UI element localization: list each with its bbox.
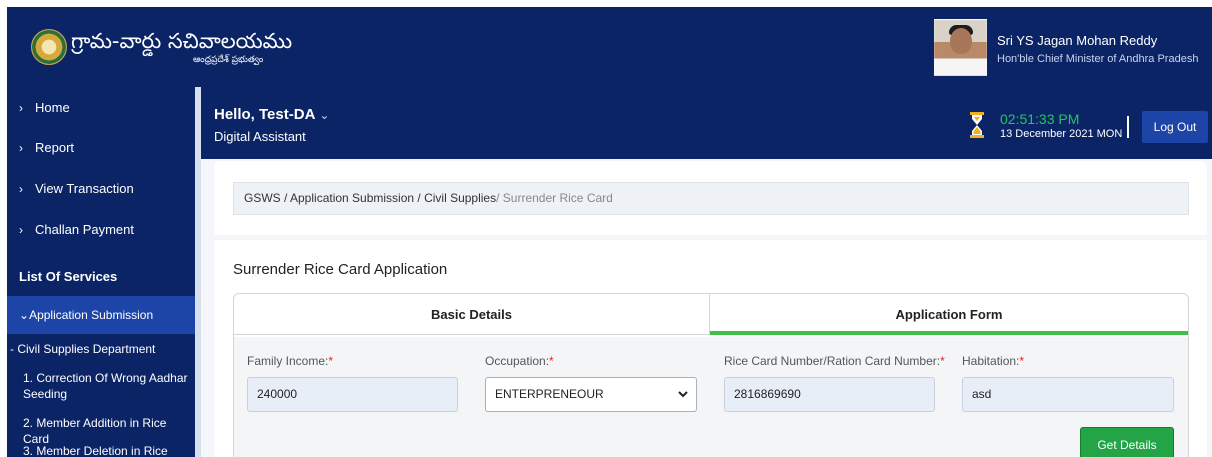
get-details-button[interactable]: Get Details	[1080, 427, 1174, 457]
clock-date: 13 December 2021 MON	[1000, 128, 1123, 140]
hourglass-icon	[970, 112, 984, 138]
cm-title: Hon'ble Chief Minister of Andhra Pradesh	[997, 53, 1199, 65]
user-greeting: Hello, Test-DA	[214, 106, 316, 123]
chevron-right-icon: ›	[19, 223, 23, 237]
chevron-right-icon: ›	[19, 182, 23, 196]
user-greeting-dropdown[interactable]: Hello, Test-DA ⌄	[214, 106, 329, 123]
cm-photo	[934, 19, 987, 76]
occupation-label: Occupation:*	[485, 354, 554, 368]
breadcrumb: GSWS / Application Submission / Civil Su…	[233, 182, 1189, 215]
sidebar-item-label: Report	[35, 140, 75, 155]
breadcrumb-path[interactable]: GSWS / Application Submission / Civil Su…	[244, 191, 496, 205]
breadcrumb-current: / Surrender Rice Card	[496, 191, 613, 205]
sidebar-item-challan-payment[interactable]: › Challan Payment	[7, 215, 195, 245]
user-role: Digital Assistant	[214, 129, 306, 144]
service-link[interactable]: 1. Correction Of Wrong Aadhar Seeding	[23, 370, 191, 402]
sidebar-item-label: Home	[35, 100, 70, 115]
habitation-label: Habitation:*	[962, 354, 1025, 368]
top-header: గ్రామ-వార్డు సచివాలయము ఆంధ్రప్రదేశ్ ప్రభ…	[7, 7, 1212, 87]
divider	[1127, 116, 1129, 138]
rice-card-number-field[interactable]: 2816869690	[724, 377, 935, 412]
chevron-down-icon: ⌄	[319, 108, 330, 122]
logout-button[interactable]: Log Out	[1142, 111, 1208, 143]
occupation-select[interactable]: ENTERPRENEOUR	[485, 377, 697, 412]
rice-card-number-label: Rice Card Number/Ration Card Number:*	[724, 354, 945, 368]
sidebar-item-label: Application Submission	[29, 308, 154, 322]
cm-name: Sri YS Jagan Mohan Reddy	[997, 33, 1158, 48]
chevron-down-icon	[678, 391, 688, 398]
chevron-down-icon: ⌄	[19, 308, 30, 322]
page-title: Surrender Rice Card Application	[233, 261, 448, 278]
sidebar-item-view-transaction[interactable]: › View Transaction	[7, 174, 195, 204]
list-of-services-heading: List Of Services	[19, 269, 118, 284]
tab-basic-details[interactable]: Basic Details	[234, 294, 710, 335]
app-frame: గ్రామ-వార్డు సచివాలయము ఆంధ్రప్రదేశ్ ప్రభ…	[7, 7, 1212, 457]
sidebar-item-application-submission[interactable]: ⌄Application Submission	[7, 296, 195, 334]
state-emblem-icon	[31, 29, 67, 65]
tab-application-form[interactable]: Application Form	[710, 294, 1188, 335]
clock-time: 02:51:33 PM	[1000, 111, 1080, 127]
occupation-value: ENTERPRENEOUR	[495, 387, 604, 401]
habitation-field[interactable]: asd	[962, 377, 1174, 412]
logo-subtitle: ఆంధ్రప్రదేశ్ ప్రభుత్వం	[193, 55, 264, 65]
sidebar-item-label: View Transaction	[35, 181, 134, 196]
sidebar-item-label: Challan Payment	[35, 222, 134, 237]
sidebar-item-home[interactable]: › Home	[7, 93, 195, 123]
department-heading: - Civil Supplies Department	[10, 342, 156, 356]
sidebar-item-report[interactable]: › Report	[7, 133, 195, 163]
chevron-right-icon: ›	[19, 101, 23, 115]
family-income-field[interactable]: 240000	[247, 377, 458, 412]
chevron-right-icon: ›	[19, 141, 23, 155]
service-link[interactable]: 3. Member Deletion in Rice Card	[23, 443, 191, 457]
family-income-label: Family Income:*	[247, 354, 334, 368]
